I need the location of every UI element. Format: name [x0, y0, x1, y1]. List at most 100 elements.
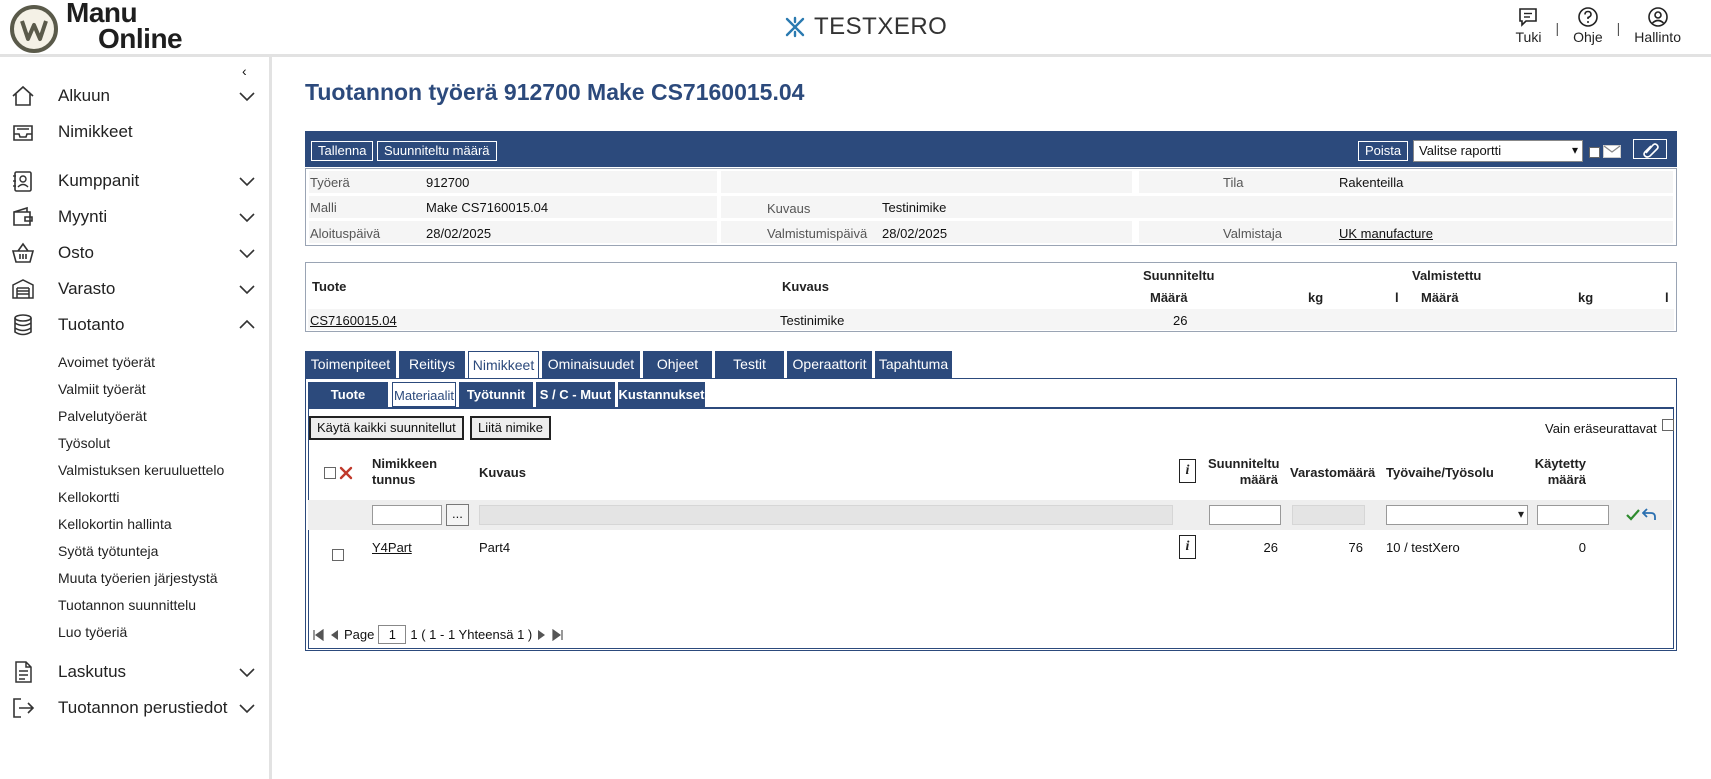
nav-item-varasto[interactable]: Varasto	[0, 274, 268, 304]
manu-online-logo[interactable]: Manu Online	[10, 0, 210, 54]
sub-item-tuotannon-suunnittelu[interactable]: Tuotannon suunnittelu	[58, 597, 196, 613]
delete-button[interactable]: Poista	[1358, 141, 1409, 161]
lookup-button[interactable]: ...	[446, 504, 469, 526]
logo-line-2: Online	[98, 23, 183, 54]
save-button[interactable]: Tallenna	[311, 141, 374, 161]
last-page-icon[interactable]	[552, 628, 564, 641]
nav-item-myynti[interactable]: Myynti	[0, 202, 268, 232]
subtab-sc-muut[interactable]: S / C - Muut	[536, 382, 615, 407]
next-page-icon[interactable]	[536, 629, 548, 641]
nav-item-alkuun[interactable]: Alkuun	[0, 81, 268, 111]
item-info-icon[interactable]: i	[1179, 535, 1196, 559]
inbox-icon	[13, 125, 33, 141]
contacts-icon	[13, 171, 32, 192]
tab-ohjeet[interactable]: Ohjeet	[643, 351, 712, 378]
tab-testit[interactable]: Testit	[715, 351, 784, 378]
tab-operaattorit[interactable]: Operaattorit	[787, 351, 872, 378]
mail-icon[interactable]	[1603, 145, 1621, 158]
valmistaja-link[interactable]: UK manufacture	[1339, 226, 1433, 241]
col-suunniteltu-kg: kg	[1308, 290, 1324, 305]
planned-filter-input[interactable]	[1209, 505, 1281, 525]
attachment-button[interactable]	[1633, 139, 1667, 159]
nav-item-nimikkeet[interactable]: Nimikkeet	[0, 117, 268, 147]
reset-filter-undo-icon[interactable]	[1642, 508, 1656, 521]
use-all-planned-button[interactable]: Käytä kaikki suunnitellut	[309, 416, 464, 440]
help-link[interactable]: Ohje	[1559, 6, 1617, 45]
nav-item-osto[interactable]: Osto	[0, 238, 268, 268]
admin-link[interactable]: Hallinto	[1620, 6, 1695, 45]
col-tuote: Tuote	[312, 279, 347, 294]
sub-item-tyosolut[interactable]: Työsolut	[58, 435, 110, 451]
email-checkbox[interactable]	[1589, 147, 1600, 158]
sub-item-kellokortin-hallinta[interactable]: Kellokortin hallinta	[58, 516, 172, 532]
attach-item-button[interactable]: Liitä nimike	[470, 416, 552, 440]
nav-label: Laskutus	[58, 662, 127, 681]
delete-selected-icon[interactable]	[339, 466, 353, 480]
nav-item-tuotanto[interactable]: Tuotanto	[0, 310, 268, 340]
product-link[interactable]: CS7160015.04	[310, 313, 397, 328]
page-number-input[interactable]: 1	[378, 625, 407, 644]
batch-only-checkbox[interactable]	[1662, 419, 1674, 431]
used-filter-input[interactable]	[1537, 505, 1609, 525]
item-operation: 10 / testXero	[1386, 540, 1460, 555]
company-brand: TESTXERO	[784, 12, 947, 42]
row-checkbox[interactable]	[332, 549, 344, 561]
tab-reititys[interactable]: Reititys	[399, 351, 465, 378]
chevron-down-icon[interactable]	[238, 172, 256, 190]
header-item-code: Nimikkeen tunnus	[372, 456, 438, 487]
item-code-link[interactable]: Y4Part	[372, 540, 412, 555]
sub-item-syota-tyotunteja[interactable]: Syötä työtunteja	[58, 543, 158, 559]
tab-toimenpiteet[interactable]: Toimenpiteet	[305, 351, 396, 378]
tila-value: Rakenteilla	[1339, 175, 1404, 190]
chevron-down-icon[interactable]	[238, 699, 256, 717]
previous-page-icon[interactable]	[328, 629, 340, 641]
planned-qty-button[interactable]: Suunniteltu määrä	[377, 141, 497, 161]
sub-item-avoimet-tyoerat[interactable]: Avoimet työerät	[58, 354, 155, 370]
subtab-kustannukset[interactable]: Kustannukset	[618, 382, 705, 407]
subtab-tuote[interactable]: Tuote	[308, 382, 388, 407]
sub-item-keruuluettelo[interactable]: Valmistuksen keruuluettelo	[58, 462, 224, 478]
tab-ominaisuudet[interactable]: Ominaisuudet	[542, 351, 640, 378]
chevron-down-icon[interactable]	[238, 87, 256, 105]
logout-icon	[13, 698, 35, 718]
warehouse-icon	[12, 279, 34, 299]
sub-item-luo-tyoeria[interactable]: Luo työeriä	[58, 624, 127, 640]
tab-tapahtuma[interactable]: Tapahtuma	[875, 351, 952, 378]
apply-filter-check-icon[interactable]	[1626, 509, 1640, 521]
wallet-icon	[13, 206, 33, 226]
header-description: Kuvaus	[479, 465, 526, 480]
logo-text: Manu Online	[66, 0, 183, 54]
nav-item-laskutus[interactable]: Laskutus	[0, 657, 268, 687]
sub-item-kellokortti[interactable]: Kellokortti	[58, 489, 119, 505]
chevron-down-icon[interactable]	[238, 663, 256, 681]
info-row-bg	[721, 196, 1673, 218]
operation-filter-select[interactable]: ▾	[1386, 505, 1528, 525]
product-desc: Testinimike	[780, 313, 845, 328]
chevron-up-icon[interactable]	[238, 316, 256, 334]
header-planned-qty: Suunniteltu määrä	[1208, 456, 1280, 487]
subtab-materiaalit[interactable]: Materiaalit	[392, 382, 456, 407]
sub-item-palvelutyoerat[interactable]: Palvelutyöerät	[58, 408, 147, 424]
sub-item-valmiit-tyoerat[interactable]: Valmiit työerät	[58, 381, 146, 397]
nav-item-kumppanit[interactable]: Kumppanit	[0, 166, 268, 196]
collapse-sidebar-icon[interactable]: ‹	[242, 63, 247, 79]
nav-label: Varasto	[58, 279, 116, 298]
subtab-tyotunnit[interactable]: Työtunnit	[459, 382, 533, 407]
aloituspaiva-label: Aloituspäivä	[310, 226, 381, 241]
info-icon[interactable]: i	[1179, 459, 1196, 483]
code-filter-input[interactable]	[372, 505, 442, 525]
tab-nimikkeet[interactable]: Nimikkeet	[468, 351, 539, 379]
support-link[interactable]: Tuki	[1502, 6, 1556, 45]
select-all-checkbox[interactable]	[324, 467, 336, 479]
admin-label: Hallinto	[1634, 29, 1681, 45]
chevron-down-icon[interactable]	[238, 244, 256, 262]
chevron-down-icon[interactable]	[238, 208, 256, 226]
chevron-down-icon[interactable]	[238, 280, 256, 298]
report-select[interactable]: Valitse raportti ▾	[1413, 140, 1583, 162]
first-page-icon[interactable]	[312, 628, 324, 641]
info-row-bg	[1139, 171, 1673, 193]
nav-item-tuotannon-perustiedot[interactable]: Tuotannon perustiedot	[0, 693, 268, 723]
support-label: Tuki	[1515, 29, 1542, 45]
header-used-qty: Käytetty määrä	[1534, 456, 1586, 487]
sub-item-muuta-jarjestysta[interactable]: Muuta työerien järjestystä	[58, 570, 218, 586]
